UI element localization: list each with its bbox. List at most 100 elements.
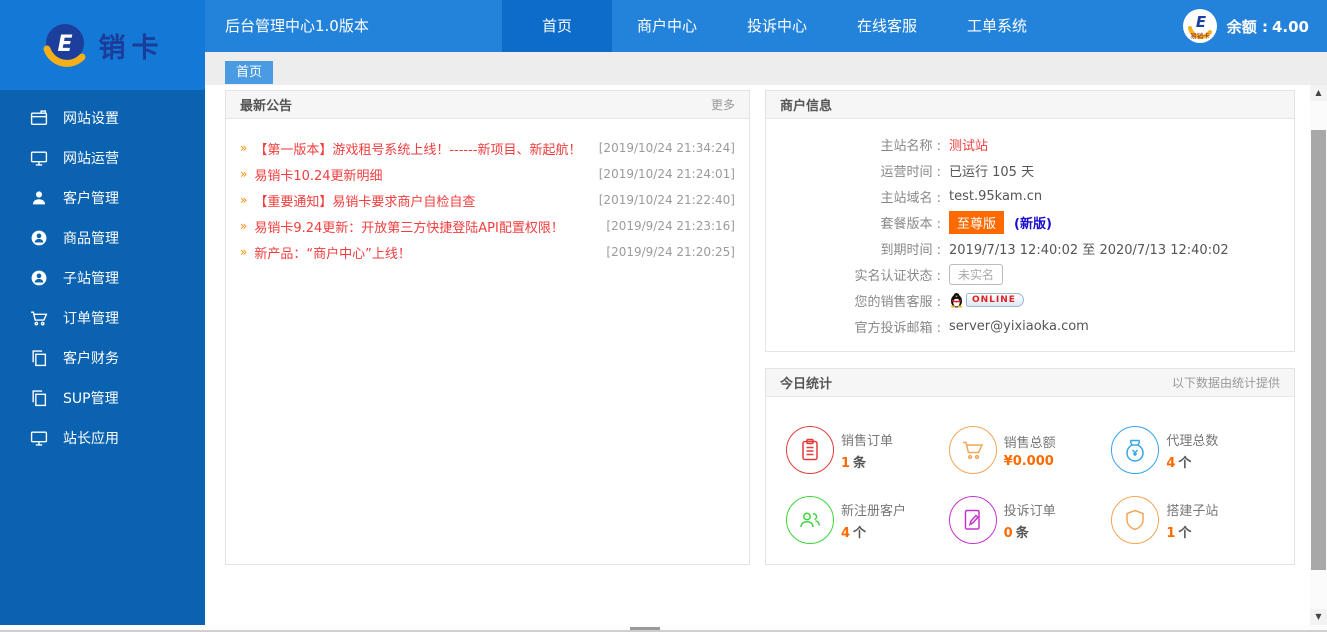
svg-text:易销卡: 易销卡 (1190, 31, 1210, 40)
merchant-info-header: 商户信息 (766, 91, 1294, 119)
double-arrow-icon: » (240, 219, 248, 233)
sidebar-item-label: 客户管理 (63, 191, 119, 207)
scrollbar-thumb[interactable] (1311, 130, 1326, 570)
sidebar-item-customer-management[interactable]: 客户管理 (0, 178, 205, 218)
sidebar: 网站设置 网站运营 客户管理 商品管理 子站管理 订单管理 客户财务 SUP管理… (0, 90, 205, 625)
field-expiry: 到期时间 : 2019/7/13 12:40:02 至 2020/7/13 12… (766, 235, 1294, 261)
sidebar-item-label: SUP管理 (63, 391, 119, 407)
user-badge-icon (30, 269, 48, 287)
list-item: » 新产品：“商户中心”上线！ [2019/9/24 21:20:25] (240, 239, 735, 265)
nav-item-home[interactable]: 首页 (502, 0, 612, 52)
today-stats-panel: 今日统计 以下数据由统计提供 销售订单 1条 销售总额 ¥0.000 代理总数 … (765, 368, 1295, 565)
sidebar-item-webmaster-apps[interactable]: 站长应用 (0, 418, 205, 458)
announcement-link[interactable]: 新产品：“商户中心”上线！ (254, 243, 596, 262)
monitor-icon (30, 149, 48, 167)
wallet-icon (30, 109, 48, 127)
qq-online-button[interactable]: ONLINE (949, 292, 1024, 308)
stat-value: 4 (1166, 455, 1176, 471)
field-operation-time: 运营时间 : 已运行 105 天 (766, 157, 1294, 183)
brand-logo: E 销卡 (0, 0, 205, 90)
sidebar-item-label: 网站设置 (63, 111, 119, 127)
announcement-link[interactable]: 易销卡9.24更新：开放第三方快捷登陆API配置权限！ (254, 217, 596, 236)
announcement-link[interactable]: 【重要通知】易销卡要求商户自检自查 (254, 191, 588, 210)
announcements-panel: 最新公告 更多 » 【第一版本】游戏租号系统上线！------新项目、新起航！ … (225, 90, 750, 565)
sidebar-item-sup-management[interactable]: SUP管理 (0, 378, 205, 418)
horizontal-scrollbar-thumb[interactable] (630, 627, 660, 630)
svg-text:E: E (57, 32, 72, 57)
stat-unit: 个 (1178, 455, 1192, 471)
admin-dashboard: E 销卡 网站设置 网站运营 客户管理 商品管理 子站管理 订单管理 客户财务 … (0, 0, 1327, 632)
announcements-list: » 【第一版本】游戏租号系统上线！------新项目、新起航！ [2019/10… (226, 119, 749, 265)
merchant-info-title: 商户信息 (780, 99, 833, 114)
field-domain: 主站域名 : test.95kam.cn (880, 188, 1043, 206)
mini-brand-icon: E 易销卡 (1182, 9, 1217, 43)
field-realname-status: 实名认证状态 : 未实名 (766, 261, 1294, 287)
merchant-info-body: 主站名称 : 测试站 运营时间 : 已运行 105 天 主站域名 : test.… (766, 119, 1294, 339)
plan-badge: 至尊版 (949, 210, 1005, 234)
sidebar-item-customer-finance[interactable]: 客户财务 (0, 338, 205, 378)
list-item: » 易销卡10.24更新明细 [2019/10/24 21:24:01] (240, 161, 735, 187)
double-arrow-icon: » (240, 245, 248, 259)
realname-status-badge: 未实名 (949, 263, 1004, 285)
stats-grid: 销售订单 1条 销售总额 ¥0.000 代理总数 4 个 新注册客户 4 个 投… (766, 397, 1294, 565)
today-stats-title: 今日统计 (780, 377, 833, 392)
balance-label: 余额 : (1226, 17, 1268, 36)
balance-value: 4.00 (1271, 17, 1309, 36)
nav-item-online-service[interactable]: 在线客服 (832, 0, 942, 52)
sidebar-item-product-management[interactable]: 商品管理 (0, 218, 205, 258)
sidebar-item-substation-management[interactable]: 子站管理 (0, 258, 205, 298)
stat-card-sales-total: 销售总额 ¥0.000 (948, 415, 1112, 485)
sidebar-item-site-settings[interactable]: 网站设置 (0, 98, 205, 138)
stat-label: 新注册客户 (841, 503, 907, 519)
double-arrow-icon: » (240, 141, 248, 155)
monitor-icon (30, 429, 48, 447)
sidebar-item-site-operation[interactable]: 网站运营 (0, 138, 205, 178)
yixiaoka-logo-icon: E (43, 24, 85, 67)
qq-online-label: ONLINE (966, 293, 1024, 307)
sidebar-item-label: 订单管理 (63, 311, 119, 327)
stat-label: 销售总额 (1003, 435, 1056, 451)
field-site-name: 主站名称 : 测试站 (766, 131, 1294, 157)
nav-item-complaint-center[interactable]: 投诉中心 (722, 0, 832, 52)
field-sales-service: 您的销售客服 : ONLINE (766, 287, 1294, 313)
users-icon (786, 496, 834, 544)
announcements-header: 最新公告 更多 (226, 91, 749, 119)
stat-card-agents-total: 代理总数 4个 (1111, 415, 1274, 485)
sidebar-item-order-management[interactable]: 订单管理 (0, 298, 205, 338)
scroll-up-button[interactable]: ▲ (1310, 85, 1327, 101)
announcement-date: [2019/10/24 21:22:40] (598, 193, 735, 207)
announcement-date: [2019/9/24 21:20:25] (606, 245, 735, 259)
sidebar-item-label: 子站管理 (63, 271, 119, 287)
more-link[interactable]: 更多 (711, 96, 735, 113)
list-item: » 【第一版本】游戏租号系统上线！------新项目、新起航！ [2019/10… (240, 135, 735, 161)
list-item: » 易销卡9.24更新：开放第三方快捷登陆API配置权限！ [2019/9/24… (240, 213, 735, 239)
copy-icon (30, 349, 48, 367)
sidebar-item-label: 网站运营 (63, 151, 119, 167)
stat-card-sales-orders: 销售订单 1条 (786, 415, 949, 485)
tab-home[interactable]: 首页 (225, 61, 274, 84)
new-version-link[interactable]: (新版) (1014, 213, 1052, 232)
stat-unit: 条 (1015, 525, 1029, 541)
announcements-title: 最新公告 (240, 99, 293, 114)
scroll-down-button[interactable]: ▼ (1310, 609, 1327, 625)
stat-unit: 条 (853, 455, 867, 471)
horizontal-scrollbar[interactable] (0, 625, 1327, 632)
shield-icon (1111, 496, 1160, 544)
stat-value: 0 (1003, 525, 1013, 541)
complaint-email-value: server@yixiaoka.com (949, 318, 1089, 334)
announcement-link[interactable]: 易销卡10.24更新明细 (254, 165, 588, 184)
nav-item-merchant-center[interactable]: 商户中心 (612, 0, 722, 52)
vertical-scrollbar[interactable]: ▲ ▼ (1310, 85, 1327, 625)
main-content: 最新公告 更多 » 【第一版本】游戏租号系统上线！------新项目、新起航！ … (205, 85, 1327, 625)
announcement-date: [2019/10/24 21:34:24] (598, 141, 735, 155)
field-plan-version: 套餐版本 : 至尊版 (新版) (766, 209, 1294, 235)
moneybag-icon (1111, 426, 1160, 474)
announcement-date: [2019/9/24 21:23:16] (606, 219, 735, 233)
stat-card-substations: 搭建子站 1个 (1111, 485, 1274, 555)
stat-unit: 个 (853, 525, 867, 541)
nav-item-ticket-system[interactable]: 工单系统 (942, 0, 1052, 52)
announcement-link[interactable]: 【第一版本】游戏租号系统上线！------新项目、新起航！ (254, 139, 588, 158)
double-arrow-icon: » (240, 193, 248, 207)
page-title: 后台管理中心1.0版本 (225, 17, 369, 35)
topbar: 后台管理中心1.0版本 首页 商户中心 投诉中心 在线客服 工单系统 E 易销卡… (205, 0, 1327, 52)
